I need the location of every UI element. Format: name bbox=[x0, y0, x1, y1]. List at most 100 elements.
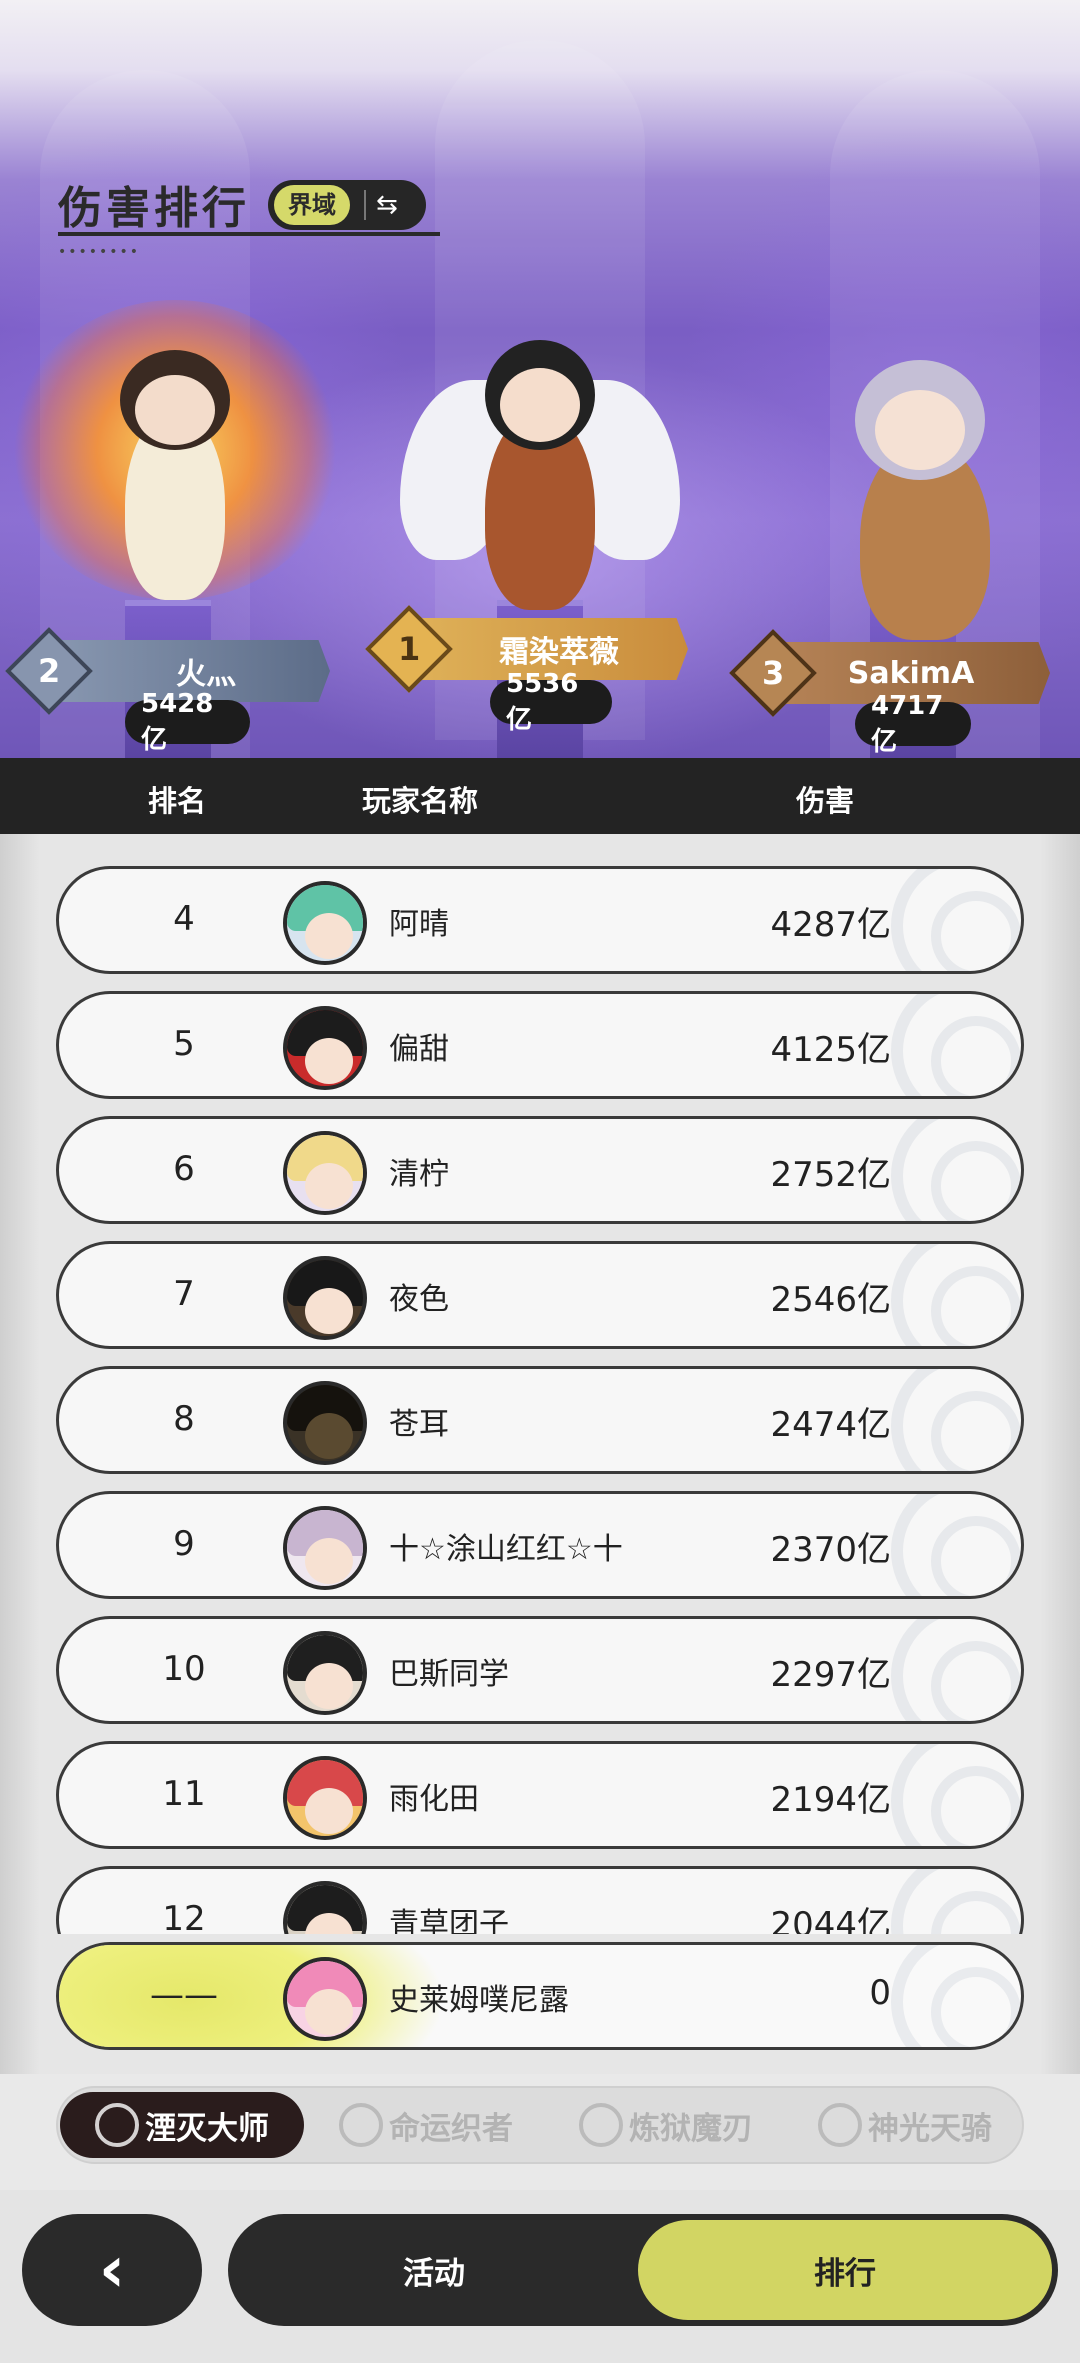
table-row[interactable]: 12 青草团子 2044亿 bbox=[56, 1866, 1024, 1934]
ranking-table-header: 排名 玩家名称 伤害 bbox=[0, 758, 1080, 834]
tab-fate-weaver[interactable]: 命运织者 bbox=[308, 2092, 544, 2158]
back-button[interactable]: ‹ bbox=[22, 2214, 202, 2326]
avatar bbox=[283, 881, 367, 965]
avatar bbox=[283, 1381, 367, 1465]
row-player-name: 偏甜 bbox=[389, 1032, 449, 1067]
row-damage: 2194亿 bbox=[770, 1780, 891, 1820]
row-rank: 8 bbox=[173, 1399, 195, 1439]
first-place-score: 5536亿 bbox=[490, 669, 612, 735]
emblem-watermark bbox=[891, 1244, 1021, 1346]
row-rank: 7 bbox=[173, 1274, 195, 1314]
bottom-nav: 活动 排行 bbox=[228, 2214, 1058, 2326]
emblem-watermark bbox=[891, 1619, 1021, 1721]
tab-label: 命运织者 bbox=[389, 2110, 513, 2147]
tab-ranking[interactable]: 排行 bbox=[638, 2220, 1052, 2320]
table-row[interactable]: 8 苍耳 2474亿 bbox=[56, 1366, 1024, 1474]
row-rank: 12 bbox=[162, 1899, 206, 1934]
first-place-name: 霜染萃薇 bbox=[499, 635, 619, 670]
second-place-name: 火灬 bbox=[176, 657, 236, 692]
my-damage: 0 bbox=[869, 1973, 891, 2013]
avatar bbox=[283, 1756, 367, 1840]
row-rank: 11 bbox=[162, 1774, 206, 1814]
ranking-list[interactable]: 4 阿晴 4287亿 5 偏甜 4125亿 6 清柠 2752亿 7 夜色 25… bbox=[0, 834, 1080, 1934]
emblem-watermark bbox=[891, 1119, 1021, 1221]
annihilation-emblem-icon bbox=[95, 2103, 139, 2147]
row-player-name: 阿晴 bbox=[389, 907, 449, 942]
row-damage: 2044亿 bbox=[770, 1905, 891, 1934]
table-row[interactable]: 10 巴斯同学 2297亿 bbox=[56, 1616, 1024, 1724]
title-dots: •••••••• bbox=[58, 244, 141, 260]
row-rank: 4 bbox=[173, 899, 195, 939]
podium-hero: 伤害排行 •••••••• 界域 ⇆ 火灬 2 5428亿 霜染萃薇 1 553… bbox=[0, 0, 1080, 758]
title-block: 伤害排行 •••••••• bbox=[58, 172, 440, 260]
table-row[interactable]: 7 夜色 2546亿 bbox=[56, 1241, 1024, 1349]
table-row[interactable]: 5 偏甜 4125亿 bbox=[56, 991, 1024, 1099]
my-avatar bbox=[283, 1957, 367, 2041]
second-place-character[interactable] bbox=[10, 270, 340, 640]
my-rank-row[interactable]: —— 史莱姆噗尼露 0 bbox=[56, 1942, 1024, 2050]
realm-toggle-button[interactable]: 界域 ⇆ bbox=[268, 180, 426, 230]
emblem-watermark bbox=[891, 1945, 1021, 2047]
tab-activity[interactable]: 活动 bbox=[234, 2220, 634, 2320]
row-rank: 10 bbox=[162, 1649, 206, 1689]
tab-inferno-blade[interactable]: 炼狱魔刃 bbox=[548, 2092, 784, 2158]
third-place-name: SakimA bbox=[847, 655, 975, 691]
third-place-character[interactable] bbox=[770, 320, 1050, 650]
tab-label: 炼狱魔刃 bbox=[629, 2110, 753, 2147]
first-place-rank: 1 bbox=[397, 629, 421, 668]
damage-column-header: 伤害 bbox=[796, 784, 855, 818]
swap-arrows-icon: ⇆ bbox=[364, 190, 398, 220]
emblem-watermark bbox=[891, 869, 1021, 971]
ranking-list-area: 4 阿晴 4287亿 5 偏甜 4125亿 6 清柠 2752亿 7 夜色 25… bbox=[0, 834, 1080, 2074]
avatar bbox=[283, 1506, 367, 1590]
second-place-score: 5428亿 bbox=[125, 689, 250, 755]
row-rank: 5 bbox=[173, 1024, 195, 1064]
row-damage: 2297亿 bbox=[770, 1655, 891, 1695]
third-place-score: 4717亿 bbox=[855, 691, 971, 757]
class-tab-bar: 湮灭大师 命运织者 炼狱魔刃 神光天骑 bbox=[56, 2086, 1024, 2164]
second-place-rank: 2 bbox=[37, 651, 61, 690]
chevron-left-icon: ‹ bbox=[98, 2233, 126, 2307]
emblem-watermark bbox=[891, 1869, 1021, 1934]
third-place-rank: 3 bbox=[761, 653, 785, 692]
first-place-character[interactable] bbox=[390, 300, 690, 630]
table-row[interactable]: 9 十☆涂山红红☆十 2370亿 bbox=[56, 1491, 1024, 1599]
row-player-name: 雨化田 bbox=[389, 1782, 479, 1817]
table-row[interactable]: 4 阿晴 4287亿 bbox=[56, 866, 1024, 974]
row-damage: 2370亿 bbox=[770, 1530, 891, 1570]
tab-annihilation-master[interactable]: 湮灭大师 bbox=[60, 2092, 304, 2158]
page-title: 伤害排行 bbox=[58, 183, 250, 234]
inferno-blade-emblem-icon bbox=[579, 2103, 623, 2147]
row-rank: 9 bbox=[173, 1524, 195, 1564]
table-row[interactable]: 11 雨化田 2194亿 bbox=[56, 1741, 1024, 1849]
row-rank: 6 bbox=[173, 1149, 195, 1189]
tab-divine-knight[interactable]: 神光天骑 bbox=[788, 2092, 1022, 2158]
my-rank: —— bbox=[150, 1975, 218, 2015]
title-underline bbox=[58, 232, 440, 236]
avatar bbox=[283, 1631, 367, 1715]
row-damage: 2752亿 bbox=[770, 1155, 891, 1195]
realm-label: 界域 bbox=[274, 185, 350, 225]
table-row[interactable]: 6 清柠 2752亿 bbox=[56, 1116, 1024, 1224]
emblem-watermark bbox=[891, 1369, 1021, 1471]
avatar bbox=[283, 1256, 367, 1340]
avatar bbox=[283, 1131, 367, 1215]
player-name-column-header: 玩家名称 bbox=[362, 784, 479, 818]
row-player-name: 十☆涂山红红☆十 bbox=[389, 1532, 623, 1567]
row-player-name: 清柠 bbox=[389, 1157, 449, 1192]
avatar bbox=[283, 1006, 367, 1090]
my-player-name: 史莱姆噗尼露 bbox=[389, 1983, 569, 2018]
divine-knight-emblem-icon bbox=[818, 2103, 862, 2147]
row-player-name: 青草团子 bbox=[389, 1907, 509, 1934]
row-player-name: 夜色 bbox=[389, 1282, 449, 1317]
row-damage: 4287亿 bbox=[770, 905, 891, 945]
row-damage: 2474亿 bbox=[770, 1405, 891, 1445]
row-player-name: 苍耳 bbox=[389, 1407, 449, 1442]
emblem-watermark bbox=[891, 994, 1021, 1096]
tab-label: 神光天骑 bbox=[868, 2110, 992, 2147]
row-player-name: 巴斯同学 bbox=[389, 1657, 509, 1692]
emblem-watermark bbox=[891, 1744, 1021, 1846]
row-damage: 4125亿 bbox=[770, 1030, 891, 1070]
rank-column-header: 排名 bbox=[148, 784, 207, 818]
emblem-watermark bbox=[891, 1494, 1021, 1596]
